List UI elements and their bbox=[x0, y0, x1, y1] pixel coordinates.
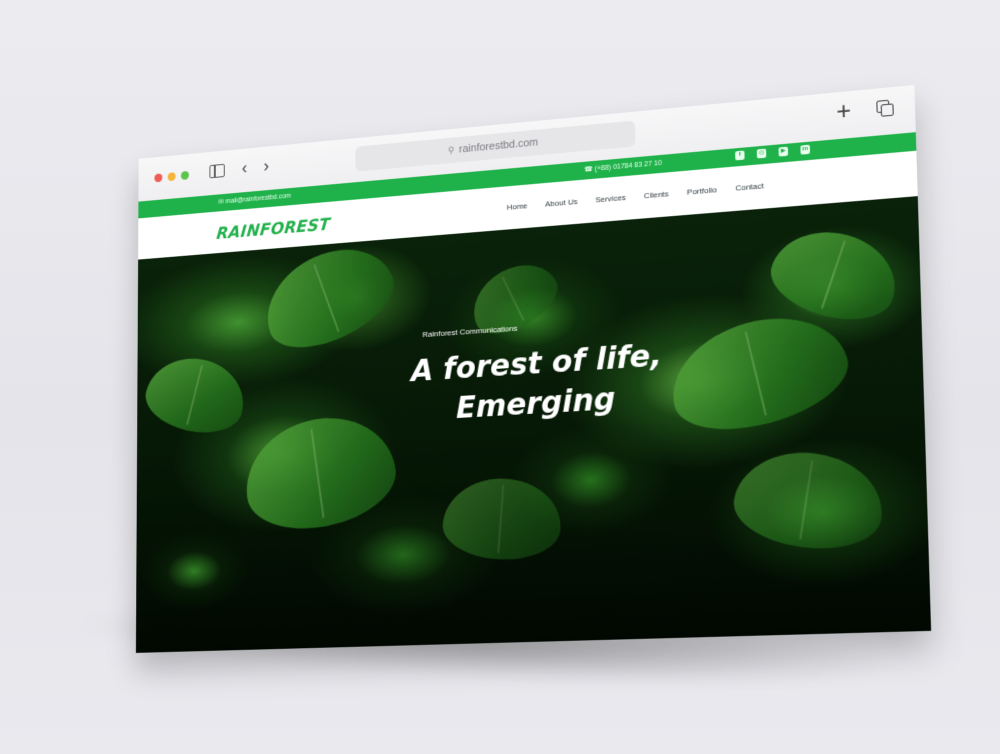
nav-item-portfolio[interactable]: Portfolio bbox=[687, 185, 717, 197]
search-icon: ⚲ bbox=[447, 144, 455, 156]
email-text: mail@rainforestbd.com bbox=[225, 192, 291, 206]
stage: ‹ › ⚲ rainforestbd.com + ✉ mail@rainfore… bbox=[0, 0, 1000, 754]
phone-link[interactable]: ☎ (+88) 01784 83 27 10 bbox=[584, 159, 662, 174]
linkedin-icon[interactable]: in bbox=[800, 144, 811, 155]
nav-item-contact[interactable]: Contact bbox=[735, 181, 764, 193]
browser-window: ‹ › ⚲ rainforestbd.com + ✉ mail@rainfore… bbox=[135, 84, 932, 653]
site-logo[interactable]: RAINFOREST bbox=[216, 215, 331, 244]
nav-item-home[interactable]: Home bbox=[507, 201, 528, 212]
email-link[interactable]: ✉ mail@rainforestbd.com bbox=[218, 192, 290, 206]
hero-banner: Rainforest Communications A forest of li… bbox=[135, 196, 932, 653]
sidebar-toggle-icon[interactable] bbox=[209, 163, 225, 179]
nav-item-about-us[interactable]: About Us bbox=[545, 197, 578, 209]
close-window-button[interactable] bbox=[154, 173, 163, 183]
url-text: rainforestbd.com bbox=[458, 136, 539, 156]
maximize-window-button[interactable] bbox=[180, 170, 189, 181]
social-icons: f ◎ ▶ in bbox=[735, 144, 811, 161]
new-tab-button[interactable]: + bbox=[836, 97, 852, 126]
nav-item-services[interactable]: Services bbox=[595, 193, 626, 205]
nav-item-clients[interactable]: Clients bbox=[644, 189, 669, 200]
back-arrow-icon[interactable]: ‹ bbox=[242, 158, 247, 177]
forward-arrow-icon[interactable]: › bbox=[264, 156, 269, 175]
minimize-window-button[interactable] bbox=[167, 172, 176, 182]
tabs-overview-icon[interactable] bbox=[876, 99, 894, 117]
main-menu: Home About Us Services Clients Portfolio… bbox=[507, 181, 764, 212]
youtube-icon[interactable]: ▶ bbox=[778, 146, 789, 157]
instagram-icon[interactable]: ◎ bbox=[756, 148, 767, 159]
facebook-icon[interactable]: f bbox=[735, 150, 745, 161]
phone-text: +88) 01784 83 27 10 bbox=[596, 159, 662, 173]
